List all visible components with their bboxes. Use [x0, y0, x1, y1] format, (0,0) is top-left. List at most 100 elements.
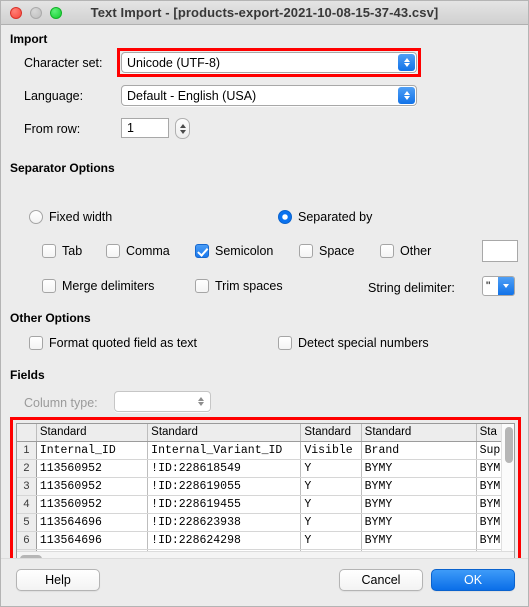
row-number: 5 [17, 513, 37, 532]
checkbox-tab-box [42, 244, 56, 258]
checkbox-format-quoted-field-as-text[interactable]: Format quoted field as text [29, 336, 197, 350]
row-number: 1 [17, 441, 37, 460]
chevron-updown-icon [398, 87, 415, 104]
radio-fixed-width[interactable]: Fixed width [29, 210, 112, 224]
table-row: 4 113560952 !ID:228619455 Y BYMY BYM [17, 495, 514, 514]
column-header-1[interactable]: Standard [36, 424, 149, 442]
cell-c1: 113564696 [36, 531, 149, 550]
checkbox-comma-label: Comma [126, 244, 170, 258]
import-section-title: Import [10, 32, 48, 46]
checkbox-other[interactable]: Other [380, 244, 431, 258]
from-row-label: From row: [24, 122, 81, 136]
checkbox-detect-special-label: Detect special numbers [298, 336, 429, 350]
checkbox-detect-special-box [278, 336, 292, 350]
row-number: 6 [17, 531, 37, 550]
ok-button[interactable]: OK [431, 569, 515, 591]
radio-fixed-width-indicator [29, 210, 43, 224]
string-delimiter-value: " [486, 279, 491, 293]
table-row: 3 113560952 !ID:228619055 Y BYMY BYM [17, 477, 514, 496]
language-dropdown[interactable]: Default - English (USA) [121, 85, 417, 106]
checkbox-space-box [299, 244, 313, 258]
chevron-updown-icon [398, 54, 415, 71]
cell-c4: BYMY [361, 531, 477, 550]
checkbox-merge-delimiters-box [42, 279, 56, 293]
checkbox-trim-spaces[interactable]: Trim spaces [195, 279, 283, 293]
zoom-button[interactable] [50, 6, 62, 19]
cell-c2: !ID:228618549 [147, 459, 302, 478]
table-row: 6 113564696 !ID:228624298 Y BYMY BYM [17, 531, 514, 550]
close-button[interactable] [10, 6, 22, 19]
character-set-label: Character set: [24, 56, 103, 70]
checkbox-merge-delimiters[interactable]: Merge delimiters [42, 279, 154, 293]
from-row-stepper[interactable] [175, 118, 190, 139]
checkbox-tab[interactable]: Tab [42, 244, 82, 258]
checkbox-comma[interactable]: Comma [106, 244, 170, 258]
row-number: 3 [17, 477, 37, 496]
cell-c2: !ID:228623938 [147, 513, 302, 532]
checkbox-merge-delimiters-label: Merge delimiters [62, 279, 155, 293]
cell-c3: Y [300, 513, 362, 532]
checkbox-comma-box [106, 244, 120, 258]
string-delimiter-label: String delimiter: [368, 281, 455, 295]
minimize-button[interactable] [30, 6, 42, 19]
character-set-value: Unicode (UTF-8) [127, 55, 221, 70]
preview-vertical-scrollbar[interactable] [501, 424, 514, 551]
checkbox-format-quoted-label: Format quoted field as text [49, 336, 197, 350]
separator-section-title: Separator Options [10, 161, 115, 175]
character-set-dropdown[interactable]: Unicode (UTF-8) [121, 52, 417, 73]
cell-c3: Y [300, 495, 362, 514]
checkbox-detect-special-numbers[interactable]: Detect special numbers [278, 336, 429, 350]
help-button[interactable]: Help [16, 569, 100, 591]
radio-separated-by-label: Separated by [298, 210, 373, 224]
column-header-3[interactable]: Standard [300, 424, 362, 442]
checkbox-other-label: Other [400, 244, 432, 258]
checkbox-semicolon[interactable]: Semicolon [195, 244, 273, 258]
other-options-section-title: Other Options [10, 311, 91, 325]
checkbox-trim-spaces-box [195, 279, 209, 293]
cell-c2: !ID:228624298 [147, 531, 302, 550]
cell-c4: BYMY [361, 495, 477, 514]
window-title: Text Import - [products-export-2021-10-0… [90, 5, 439, 20]
radio-fixed-width-label: Fixed width [49, 210, 113, 224]
dialog-footer: Help Cancel OK [1, 558, 528, 606]
cell-c3: Y [300, 459, 362, 478]
cell-c3: Visible [300, 441, 362, 460]
other-separator-input[interactable] [482, 240, 518, 262]
corner-cell [17, 424, 37, 442]
cell-c4: BYMY [361, 459, 477, 478]
cancel-button[interactable]: Cancel [339, 569, 423, 591]
title-bar: Text Import - [products-export-2021-10-0… [1, 1, 528, 25]
checkbox-semicolon-label: Semicolon [215, 244, 274, 258]
column-type-header-row: Standard Standard Standard Standard Sta [17, 424, 514, 442]
checkbox-tab-label: Tab [62, 244, 83, 258]
window-controls [10, 6, 62, 19]
preview-table: Standard Standard Standard Standard Sta … [17, 424, 514, 551]
checkbox-space[interactable]: Space [299, 244, 354, 258]
string-delimiter-dropdown[interactable]: " [482, 276, 515, 296]
cell-c4: Brand [361, 441, 477, 460]
cell-c1: 113560952 [36, 459, 149, 478]
text-import-dialog-window: Text Import - [products-export-2021-10-0… [0, 0, 529, 607]
table-row: 1 Internal_ID Internal_Variant_ID Visibl… [17, 441, 514, 460]
preview-highlight-box: Standard Standard Standard Standard Sta … [10, 417, 521, 573]
language-label: Language: [24, 89, 84, 103]
column-type-dropdown[interactable] [114, 391, 211, 412]
cell-c1: 113560952 [36, 495, 149, 514]
table-row: 5 113564696 !ID:228623938 Y BYMY BYM [17, 513, 514, 532]
checkbox-trim-spaces-label: Trim spaces [215, 279, 283, 293]
preview-vertical-scrollbar-thumb[interactable] [504, 427, 513, 463]
cell-c1: Internal_ID [36, 441, 149, 460]
radio-separated-by[interactable]: Separated by [278, 210, 372, 224]
cell-c4: BYMY [361, 513, 477, 532]
cell-c2: !ID:228619055 [147, 477, 302, 496]
row-number: 2 [17, 459, 37, 478]
language-value: Default - English (USA) [127, 88, 257, 103]
column-header-4[interactable]: Standard [361, 424, 477, 442]
fields-section-title: Fields [10, 368, 45, 382]
column-header-2[interactable]: Standard [147, 424, 302, 442]
checkbox-semicolon-box [195, 244, 209, 258]
preview-grid-viewport: Standard Standard Standard Standard Sta … [17, 424, 514, 551]
data-preview-panel[interactable]: Standard Standard Standard Standard Sta … [16, 423, 515, 567]
checkbox-space-label: Space [319, 244, 355, 258]
from-row-input[interactable]: 1 [121, 118, 169, 138]
